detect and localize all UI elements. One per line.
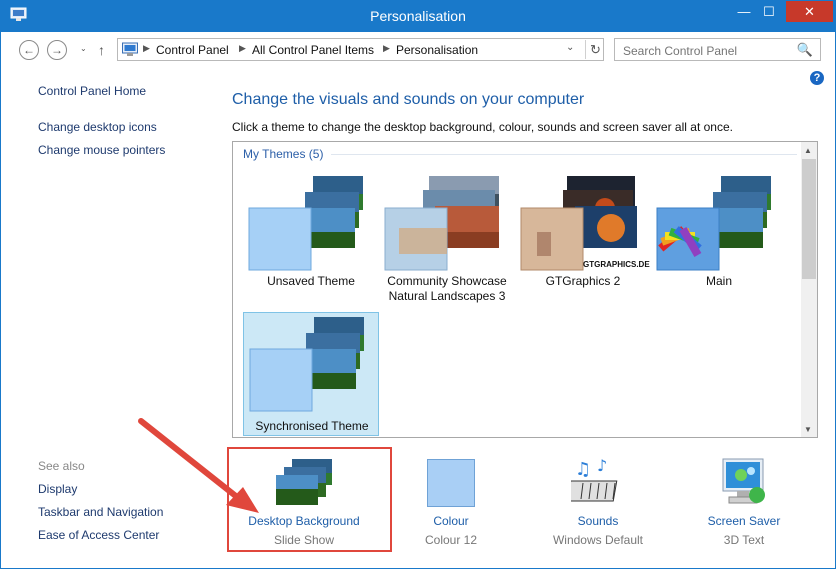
sounds-panel[interactable]: ♫ ♪ Sounds Windows Default [523,447,673,555]
display-link[interactable]: Display [38,482,77,496]
annotation-highlight-box [227,447,392,552]
breadcrumb-separator-icon: ▶ [143,43,150,53]
address-bar[interactable]: ▶ Control Panel ▶ All Control Panel Item… [117,38,604,61]
minimize-button[interactable]: — [733,1,755,22]
ease-of-access-link[interactable]: Ease of Access Center [38,528,159,542]
breadcrumb-separator-icon: ▶ [239,43,246,53]
navigation-bar: ← → ⌄ ↑ ▶ Control Panel ▶ All Control Pa… [1,32,835,68]
see-also-heading: See also [38,459,85,473]
theme-label: Unsaved Theme [267,274,355,288]
screen-saver-icon [722,458,765,504]
recent-locations-icon[interactable]: ⌄ [80,44,87,53]
page-description: Click a theme to change the desktop back… [232,120,733,134]
personalisation-window: Personalisation — ☐ ✕ ← → ⌄ ↑ ▶ Control … [0,0,836,569]
breadcrumb-separator-icon: ▶ [383,43,390,53]
title-bar[interactable]: Personalisation — ☐ ✕ [1,1,835,32]
theme-preview-icon [248,176,363,271]
help-icon[interactable]: ? [810,71,824,85]
theme-label: Main [705,274,732,288]
theme-preview-icon [520,176,637,271]
group-divider [331,154,797,155]
back-button[interactable]: ← [19,40,39,60]
theme-synchronised[interactable]: Synchronised Theme [243,312,379,436]
sounds-icon: ♫ ♪ [571,457,618,502]
colour-link[interactable]: Colour [376,514,526,528]
theme-label: Synchronised Theme [255,419,369,433]
control-panel-home-link[interactable]: Control Panel Home [38,84,146,98]
forward-button[interactable]: → [47,40,67,60]
theme-label-line: Natural Landscapes 3 [388,289,506,303]
screen-saver-link[interactable]: Screen Saver [669,514,819,528]
search-input[interactable] [615,39,805,62]
breadcrumb-all-items[interactable]: All Control Panel Items [252,43,374,57]
screen-saver-value: 3D Text [723,533,765,547]
theme-preview-icon [656,176,771,271]
breadcrumb-control-panel[interactable]: Control Panel [156,43,229,57]
breadcrumb-personalisation[interactable]: Personalisation [396,43,478,57]
theme-gtgraphics[interactable]: GTGRAPHICS.DE GTGraphics 2 [515,172,651,292]
scroll-thumb[interactable] [802,159,816,279]
control-panel-icon [122,42,138,56]
themes-scrollbar[interactable]: ▲ ▼ [801,142,817,437]
theme-unsaved[interactable]: Unsaved Theme [243,172,379,292]
scroll-up-icon[interactable]: ▲ [804,146,812,155]
maximize-button[interactable]: ☐ [758,1,780,22]
themes-list[interactable]: My Themes (5) Unsaved Theme Community Sh… [232,141,818,438]
search-icon[interactable]: 🔍 [797,42,813,58]
sounds-value: Windows Default [552,533,644,547]
theme-label: Community Showcase Natural Landscapes 3 [379,274,515,304]
close-button[interactable]: ✕ [786,1,833,22]
change-mouse-pointers-link[interactable]: Change mouse pointers [38,143,165,157]
scroll-down-icon[interactable]: ▼ [804,425,812,434]
svg-text:♫: ♫ [575,459,591,480]
sounds-link[interactable]: Sounds [523,514,673,528]
theme-label: GTGraphics 2 [545,274,621,288]
page-title: Change the visuals and sounds on your co… [232,91,585,108]
refresh-button[interactable]: ↻ [585,40,605,59]
colour-swatch-icon [427,459,475,507]
address-dropdown-icon[interactable]: ⌄ [566,42,574,53]
theme-community-showcase[interactable]: Community Showcase Natural Landscapes 3 [379,172,515,303]
colour-value: Colour 12 [424,533,478,547]
theme-preview-icon [249,317,364,412]
gtgraphics-watermark: GTGRAPHICS.DE [583,260,650,269]
theme-preview-icon [384,176,499,271]
my-themes-group-label[interactable]: My Themes (5) [243,147,323,161]
theme-main[interactable]: Main [651,172,787,292]
search-box[interactable]: 🔍 [614,38,821,62]
taskbar-navigation-link[interactable]: Taskbar and Navigation [38,505,163,519]
up-button[interactable]: ↑ [98,42,105,58]
change-desktop-icons-link[interactable]: Change desktop icons [38,120,157,134]
svg-text:♪: ♪ [597,457,607,475]
theme-label-line: Community Showcase [387,274,507,288]
window-title: Personalisation [370,8,466,24]
screen-saver-panel[interactable]: Screen Saver 3D Text [669,447,819,555]
colour-panel[interactable]: Colour Colour 12 [376,447,526,555]
